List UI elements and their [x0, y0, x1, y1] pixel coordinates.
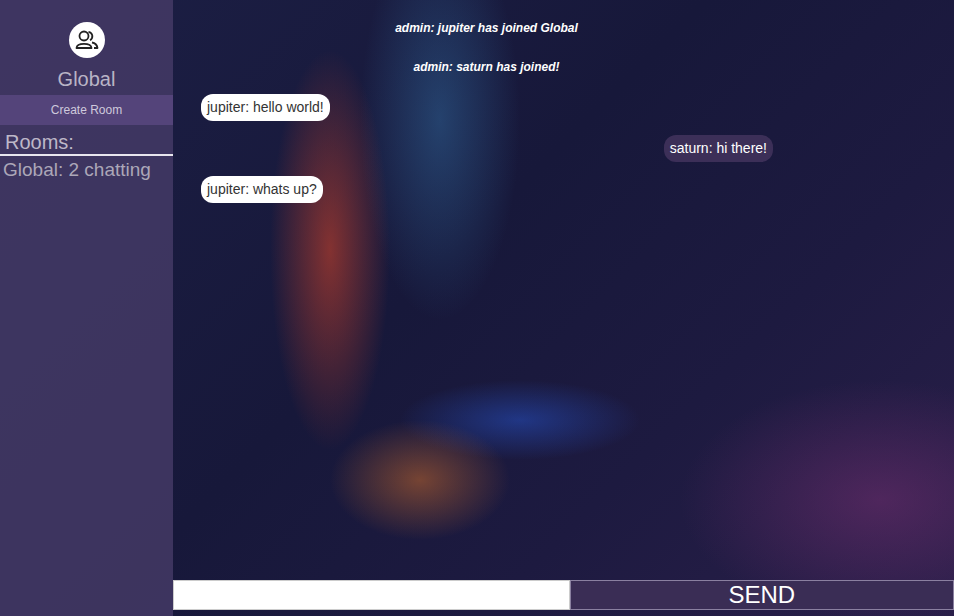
system-message: admin: jupiter has joined Global — [395, 16, 578, 41]
chat-bubble: jupiter: whats up? — [201, 176, 323, 203]
room-header: Global — [0, 0, 173, 95]
chat-bubble: saturn: hi there! — [664, 135, 773, 162]
room-title: Global — [58, 68, 116, 91]
chat-bubble: jupiter: hello world! — [201, 94, 330, 121]
create-room-button[interactable]: Create Room — [0, 95, 173, 125]
chat-area: admin: jupiter has joined Global admin: s… — [173, 0, 954, 616]
users-icon — [69, 22, 105, 58]
system-message: admin: saturn has joined! — [413, 55, 559, 80]
chat-app: Global Create Room Rooms:Global: 2 chattin… — [0, 0, 954, 616]
sidebar: Global Create Room Rooms:Global: 2 chattin… — [0, 0, 173, 616]
message-input[interactable] — [173, 580, 570, 610]
send-button[interactable]: SEND — [570, 580, 954, 610]
message-list: admin: jupiter has joined Global admin: s… — [173, 0, 800, 580]
composer: SEND — [173, 580, 954, 610]
rooms-label: Rooms: — [0, 131, 173, 156]
room-item[interactable]: Global: 2 chatting — [0, 156, 173, 184]
